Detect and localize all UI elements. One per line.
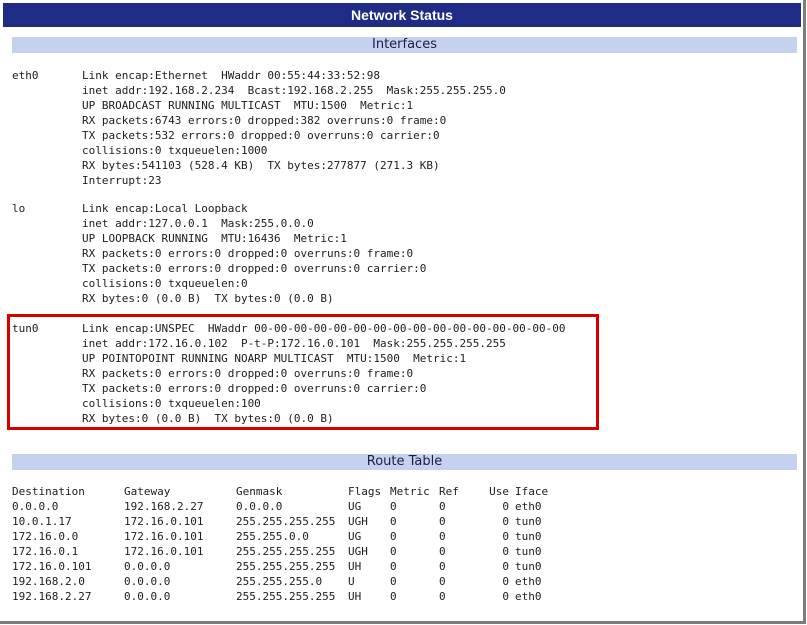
table-cell: 0 [439, 575, 446, 588]
window-title: Network Status [3, 3, 801, 27]
table-cell: 0 [502, 560, 509, 573]
table-cell: eth0 [515, 575, 542, 588]
table-cell: 192.168.2.0 [12, 575, 85, 588]
table-cell: 0 [439, 560, 446, 573]
table-cell: 0 [390, 560, 397, 573]
table-row: 172.16.0.0 172.16.0.101 255.255.0.0 UG 0 0 0 tu… [12, 529, 555, 544]
table-row: 172.16.0.1 172.16.0.101 255.255.255.255 UGH… [12, 544, 555, 559]
table-cell: 0 [390, 590, 397, 603]
table-cell: 0 [439, 530, 446, 543]
table-cell: 172.16.0.101 [124, 545, 204, 558]
table-row: 172.16.0.101 0.0.0.0 255.255.255.255 UH 0 0 0 t… [12, 559, 555, 574]
table-cell: eth0 [515, 590, 542, 603]
table-cell: U [348, 575, 355, 588]
table-cell: UGH [348, 515, 368, 528]
table-cell: 192.168.2.27 [124, 500, 204, 513]
table-cell: 0.0.0.0 [236, 500, 283, 513]
table-cell: 0 [390, 575, 397, 588]
table-cell: 172.16.0.1 [12, 545, 79, 558]
table-cell: 0.0.0.0 [124, 560, 171, 573]
interface-details: Link encap:Local Loopback inet addr:127.0… [82, 201, 426, 306]
column-header: Destination [12, 485, 85, 498]
table-cell: 0 [390, 530, 397, 543]
table-cell: 0 [390, 545, 397, 558]
table-cell: 0 [502, 530, 509, 543]
table-cell: 0 [502, 515, 509, 528]
route-table: Destination Gateway Genmask Flags Metric Ref U… [12, 484, 555, 604]
route-table-header-row: Destination Gateway Genmask Flags Metric Ref U… [12, 484, 555, 499]
interface-detail-line: RX bytes:541103 (528.4 KB) TX bytes:2778… [82, 159, 440, 172]
table-cell: 255.255.255.255 [236, 590, 336, 603]
column-header: Genmask [236, 485, 283, 498]
table-row: 0.0.0.0 192.168.2.27 0.0.0.0 UG 0 0 0 eth0 [12, 499, 555, 514]
table-cell: tun0 [515, 530, 542, 543]
table-cell: 0 [390, 515, 397, 528]
table-cell: 0 [439, 500, 446, 513]
table-cell: 0 [439, 515, 446, 528]
table-cell: 0 [502, 500, 509, 513]
table-cell: eth0 [515, 500, 542, 513]
table-cell: UG [348, 500, 362, 513]
table-cell: 0.0.0.0 [124, 590, 171, 603]
table-cell: 255.255.0.0 [236, 530, 309, 543]
interface-detail-line: RX bytes:0 (0.0 B) TX bytes:0 (0.0 B) [82, 292, 334, 305]
table-cell: tun0 [515, 545, 542, 558]
table-cell: 0 [502, 575, 509, 588]
column-header: Metric [390, 485, 430, 498]
interface-detail-line: inet addr:192.168.2.234 Bcast:192.168.2.… [82, 84, 506, 97]
route-table-body: 0.0.0.0 192.168.2.27 0.0.0.0 UG 0 0 0 eth0 10.0.… [12, 499, 555, 604]
table-cell: 0.0.0.0 [124, 575, 171, 588]
column-header: Iface [515, 485, 549, 498]
table-cell: UH [348, 590, 362, 603]
table-cell: tun0 [515, 515, 542, 528]
table-cell: UGH [348, 545, 368, 558]
table-cell: 255.255.255.255 [236, 545, 336, 558]
table-cell: 172.16.0.0 [12, 530, 79, 543]
interface-detail-line: UP LOOPBACK RUNNING MTU:16436 Metric:1 [82, 232, 347, 245]
table-cell: 255.255.255.255 [236, 560, 336, 573]
interface-detail-line: inet addr:127.0.0.1 Mask:255.0.0.0 [82, 217, 314, 230]
interface-detail-line: collisions:0 txqueuelen:0 [82, 277, 248, 290]
interface-detail-line: Link encap:Local Loopback [82, 202, 248, 215]
table-cell: 255.255.255.255 [236, 515, 336, 528]
column-header: Ref [439, 485, 459, 498]
column-header: Use [489, 485, 509, 498]
table-cell: 0 [390, 500, 397, 513]
table-cell: 172.16.0.101 [124, 515, 204, 528]
interface-detail-line: TX packets:532 errors:0 dropped:0 overru… [82, 129, 440, 142]
table-cell: 192.168.2.27 [12, 590, 92, 603]
table-cell: UG [348, 530, 362, 543]
tun0-highlight-box [7, 314, 599, 430]
interface-name: eth0 [12, 69, 39, 82]
route-table-header: Route Table [12, 454, 797, 470]
table-cell: tun0 [515, 560, 542, 573]
window-frame: Network Status Interfaces eth0 Link encap… [0, 0, 806, 624]
interfaces-header: Interfaces [12, 37, 797, 53]
table-cell: 255.255.255.0 [236, 575, 323, 588]
column-header: Gateway [124, 485, 171, 498]
interface-detail-line: RX packets:6743 errors:0 dropped:382 ove… [82, 114, 447, 127]
interface-detail-line: Interrupt:23 [82, 174, 162, 187]
interface-detail-line: TX packets:0 errors:0 dropped:0 overruns… [82, 262, 427, 275]
table-row: 192.168.2.0 0.0.0.0 255.255.255.0 U 0 0 0 eth0 [12, 574, 555, 589]
table-row: 192.168.2.27 0.0.0.0 255.255.255.255 UH 0 0 0 e… [12, 589, 555, 604]
table-cell: 0 [502, 545, 509, 558]
table-cell: 0 [439, 590, 446, 603]
table-cell: 172.16.0.101 [12, 560, 92, 573]
interface-name: lo [12, 202, 26, 215]
interface-detail-line: Link encap:Ethernet HWaddr 00:55:44:33:5… [82, 69, 381, 82]
table-cell: 172.16.0.101 [124, 530, 204, 543]
column-header: Flags [348, 485, 382, 498]
table-row: 10.0.1.17 172.16.0.101 255.255.255.255 UGH 0… [12, 514, 555, 529]
interface-details: Link encap:Ethernet HWaddr 00:55:44:33:5… [82, 68, 506, 188]
table-cell: UH [348, 560, 362, 573]
table-cell: 0 [502, 590, 509, 603]
table-cell: 0.0.0.0 [12, 500, 59, 513]
interface-detail-line: collisions:0 txqueuelen:1000 [82, 144, 268, 157]
table-cell: 10.0.1.17 [12, 515, 72, 528]
interface-detail-line: UP BROADCAST RUNNING MULTICAST MTU:1500 … [82, 99, 414, 112]
interface-detail-line: RX packets:0 errors:0 dropped:0 overruns… [82, 247, 414, 260]
table-cell: 0 [439, 545, 446, 558]
